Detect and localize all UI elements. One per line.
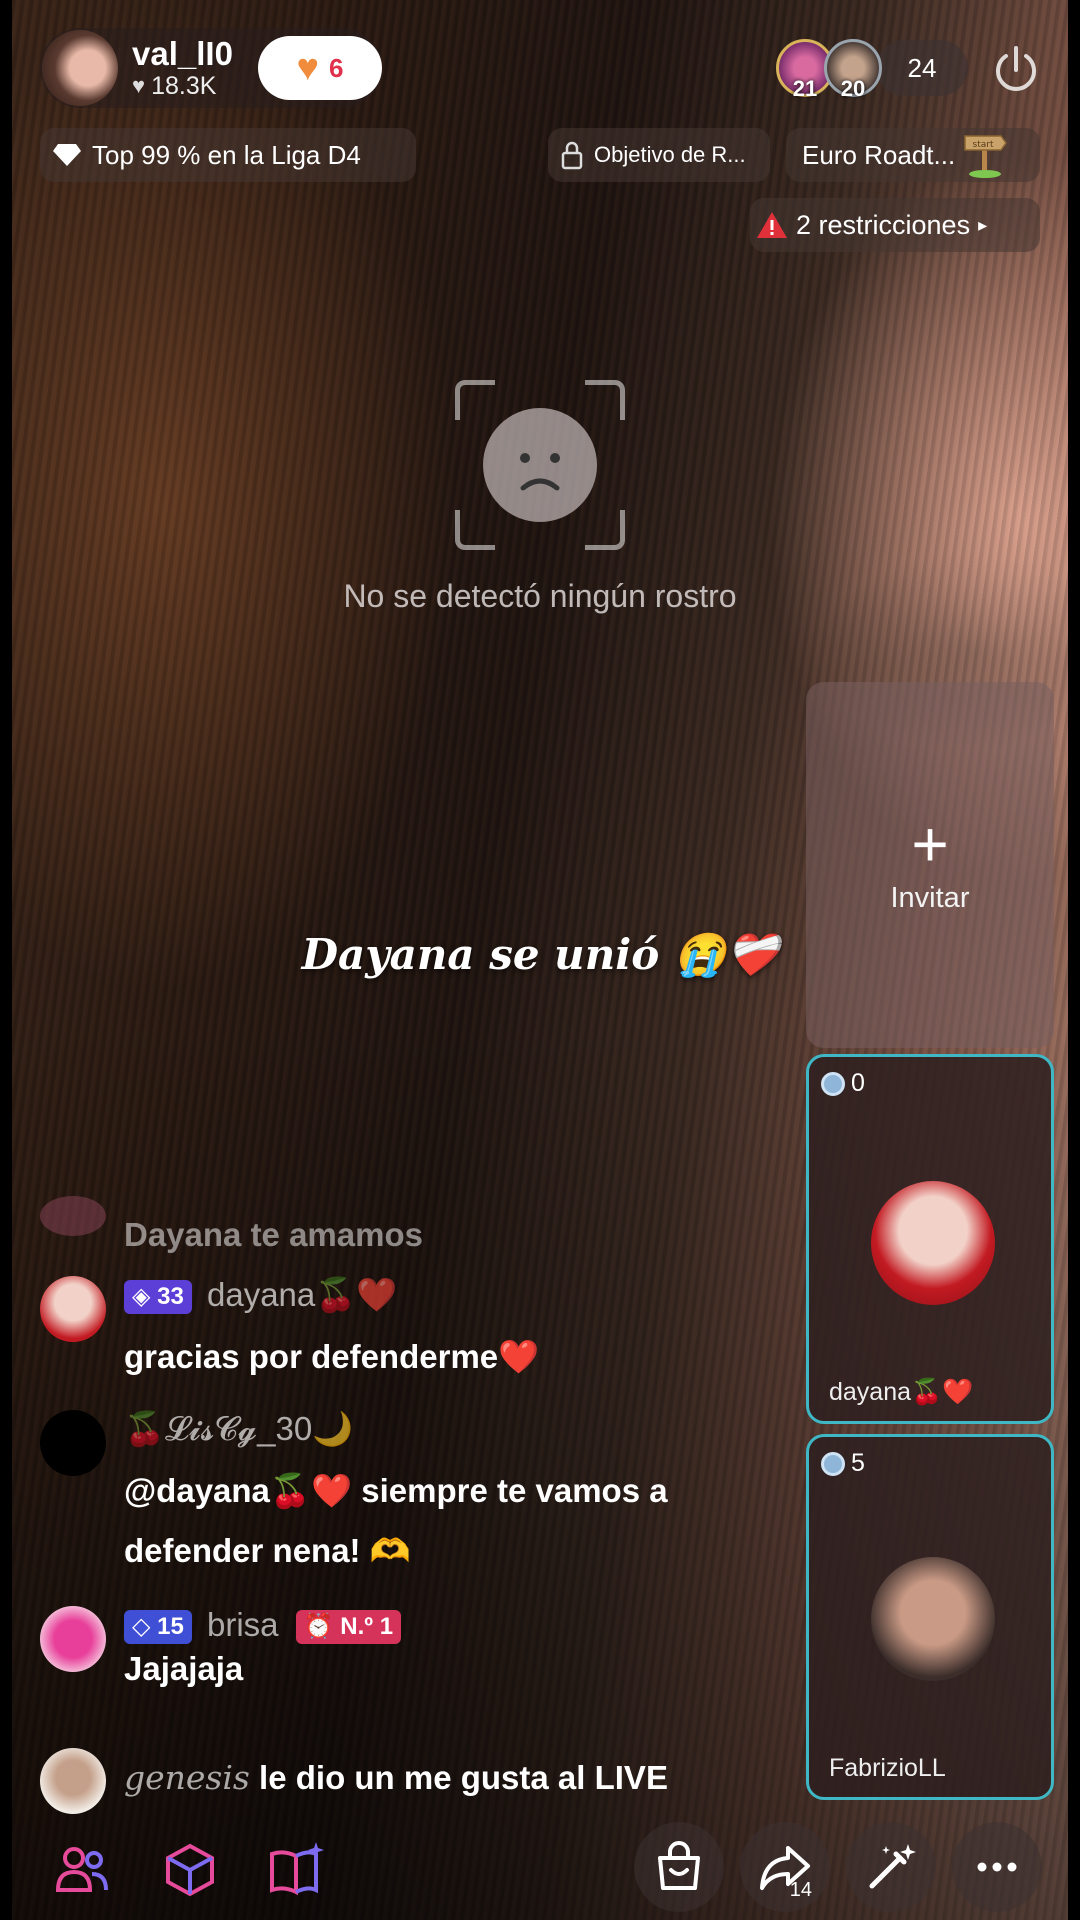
chat-like-event: genesis le dio un me gusta al LIVE (124, 1758, 668, 1797)
chat-username[interactable]: dayana🍒❤️ (207, 1276, 397, 1313)
sad-face-icon (483, 408, 597, 522)
chat-text: Dayana te amamos (124, 1216, 423, 1253)
share-count: 14 (789, 1879, 812, 1901)
heart-icon: ♥ (132, 73, 146, 98)
goal-chip[interactable]: Objetivo de R... (548, 128, 770, 182)
host-name: val_lI0 (132, 34, 233, 72)
roadtrip-chip[interactable]: Euro Roadt... start (786, 128, 1040, 182)
level-value: 33 (157, 1283, 184, 1311)
host-info: val_lI0 ♥ 18.3K (132, 34, 233, 101)
magic-wand-icon (869, 1844, 916, 1889)
roadtrip-text: Euro Roadt... (802, 139, 956, 170)
restrictions-chip[interactable]: 2 restricciones ▸ (750, 198, 1040, 252)
power-icon[interactable] (990, 44, 1042, 96)
guest-avatar (871, 1181, 995, 1305)
level-badge: ◈ 33 (124, 1280, 192, 1315)
plus-icon: + (911, 807, 949, 880)
chat-username[interactable]: genesis (124, 1758, 250, 1797)
cube-icon[interactable] (160, 1840, 220, 1900)
shopping-bag-icon (658, 1841, 700, 1890)
top-viewer-score: 20 (840, 76, 866, 101)
restrictions-text: 2 restricciones (796, 209, 971, 240)
follow-button[interactable]: ♥ 6 (258, 36, 382, 100)
host-likes-count: 18.3K (151, 71, 217, 100)
share-button[interactable]: 14 (740, 1822, 830, 1912)
rank-value: N.º 1 (340, 1613, 394, 1641)
viewer-count[interactable]: 24 (876, 40, 968, 96)
chat-text: le dio un me gusta al LIVE (259, 1759, 668, 1796)
chat-text: defender nena! 🫶 (124, 1532, 411, 1569)
shop-button[interactable] (634, 1822, 724, 1912)
join-banner: Dayana se unió 😭❤️‍🩹 (301, 930, 779, 979)
chevron-right-icon: ▸ (978, 214, 988, 235)
guest-panel[interactable]: 0 dayana🍒❤️ (806, 1054, 1054, 1424)
level-value: 15 (157, 1613, 184, 1641)
chat-header: ◇ 15 brisa ⏰ N.º 1 (124, 1606, 407, 1645)
level-badge: ◇ 15 (124, 1610, 192, 1645)
diamond-icon (53, 144, 81, 166)
guest-name: dayana🍒❤️ (829, 1378, 974, 1406)
lock-icon (561, 141, 583, 170)
chat-text: gracias por defenderme❤️ (124, 1338, 540, 1375)
chat-username[interactable]: 🍒𝓛𝓲𝓼𝓒𝓰_30🌙 (124, 1410, 353, 1449)
goal-text: Objetivo de R... (594, 142, 746, 167)
guest-panel[interactable]: 5 FabrizioLL (806, 1434, 1054, 1800)
guest-score-value: 0 (851, 1069, 865, 1097)
invite-slot[interactable]: + Invitar (806, 682, 1054, 1048)
rank-badge: ⏰ N.º 1 (295, 1610, 402, 1645)
chat-text: @dayana🍒❤️ siempre te vamos a (124, 1472, 668, 1509)
top-viewer-avatar[interactable]: 20 (824, 39, 882, 101)
top-viewer-score: 21 (792, 76, 818, 101)
book-sparkle-icon[interactable] (266, 1840, 326, 1900)
league-text: Top 99 % en la Liga D4 (92, 139, 361, 170)
host-likes: ♥ 18.3K (132, 72, 233, 101)
no-face-message: No se detectó ningún rostro (343, 578, 737, 614)
chat-avatar[interactable] (40, 1606, 106, 1672)
chat-avatar[interactable] (40, 1410, 106, 1476)
more-options-button[interactable] (952, 1822, 1042, 1912)
top-viewers[interactable]: 21 20 24 (776, 38, 968, 101)
invite-label: Invitar (890, 881, 970, 914)
guest-name: FabrizioLL (829, 1754, 946, 1782)
start-sign-icon: start (964, 135, 1008, 178)
chat-avatar (40, 1196, 106, 1236)
start-sign-text: start (973, 140, 994, 150)
guest-avatar (871, 1557, 995, 1681)
chat-text: Jajajaja (124, 1650, 244, 1687)
chat-username[interactable]: brisa (207, 1606, 279, 1643)
guest-score: 5 (821, 1449, 865, 1478)
guest-score: 0 (821, 1069, 865, 1098)
score-gem-icon (821, 1071, 845, 1096)
guest-score-value: 5 (851, 1449, 865, 1477)
follow-count: 6 (329, 52, 344, 83)
orange-heart-icon: ♥ (296, 47, 320, 89)
score-gem-icon (821, 1451, 845, 1476)
warning-icon (757, 212, 787, 238)
host-avatar[interactable] (42, 30, 118, 106)
chat-header: ◈ 33 dayana🍒❤️ (124, 1276, 397, 1315)
league-chip[interactable]: Top 99 % en la Liga D4 (40, 128, 416, 182)
face-detection-frame (455, 380, 625, 550)
multi-guest-icon[interactable] (52, 1840, 112, 1900)
more-dots-icon (977, 1862, 1017, 1872)
chat-avatar[interactable] (40, 1276, 106, 1342)
effects-button[interactable] (846, 1822, 936, 1912)
chat-avatar[interactable] (40, 1748, 106, 1814)
